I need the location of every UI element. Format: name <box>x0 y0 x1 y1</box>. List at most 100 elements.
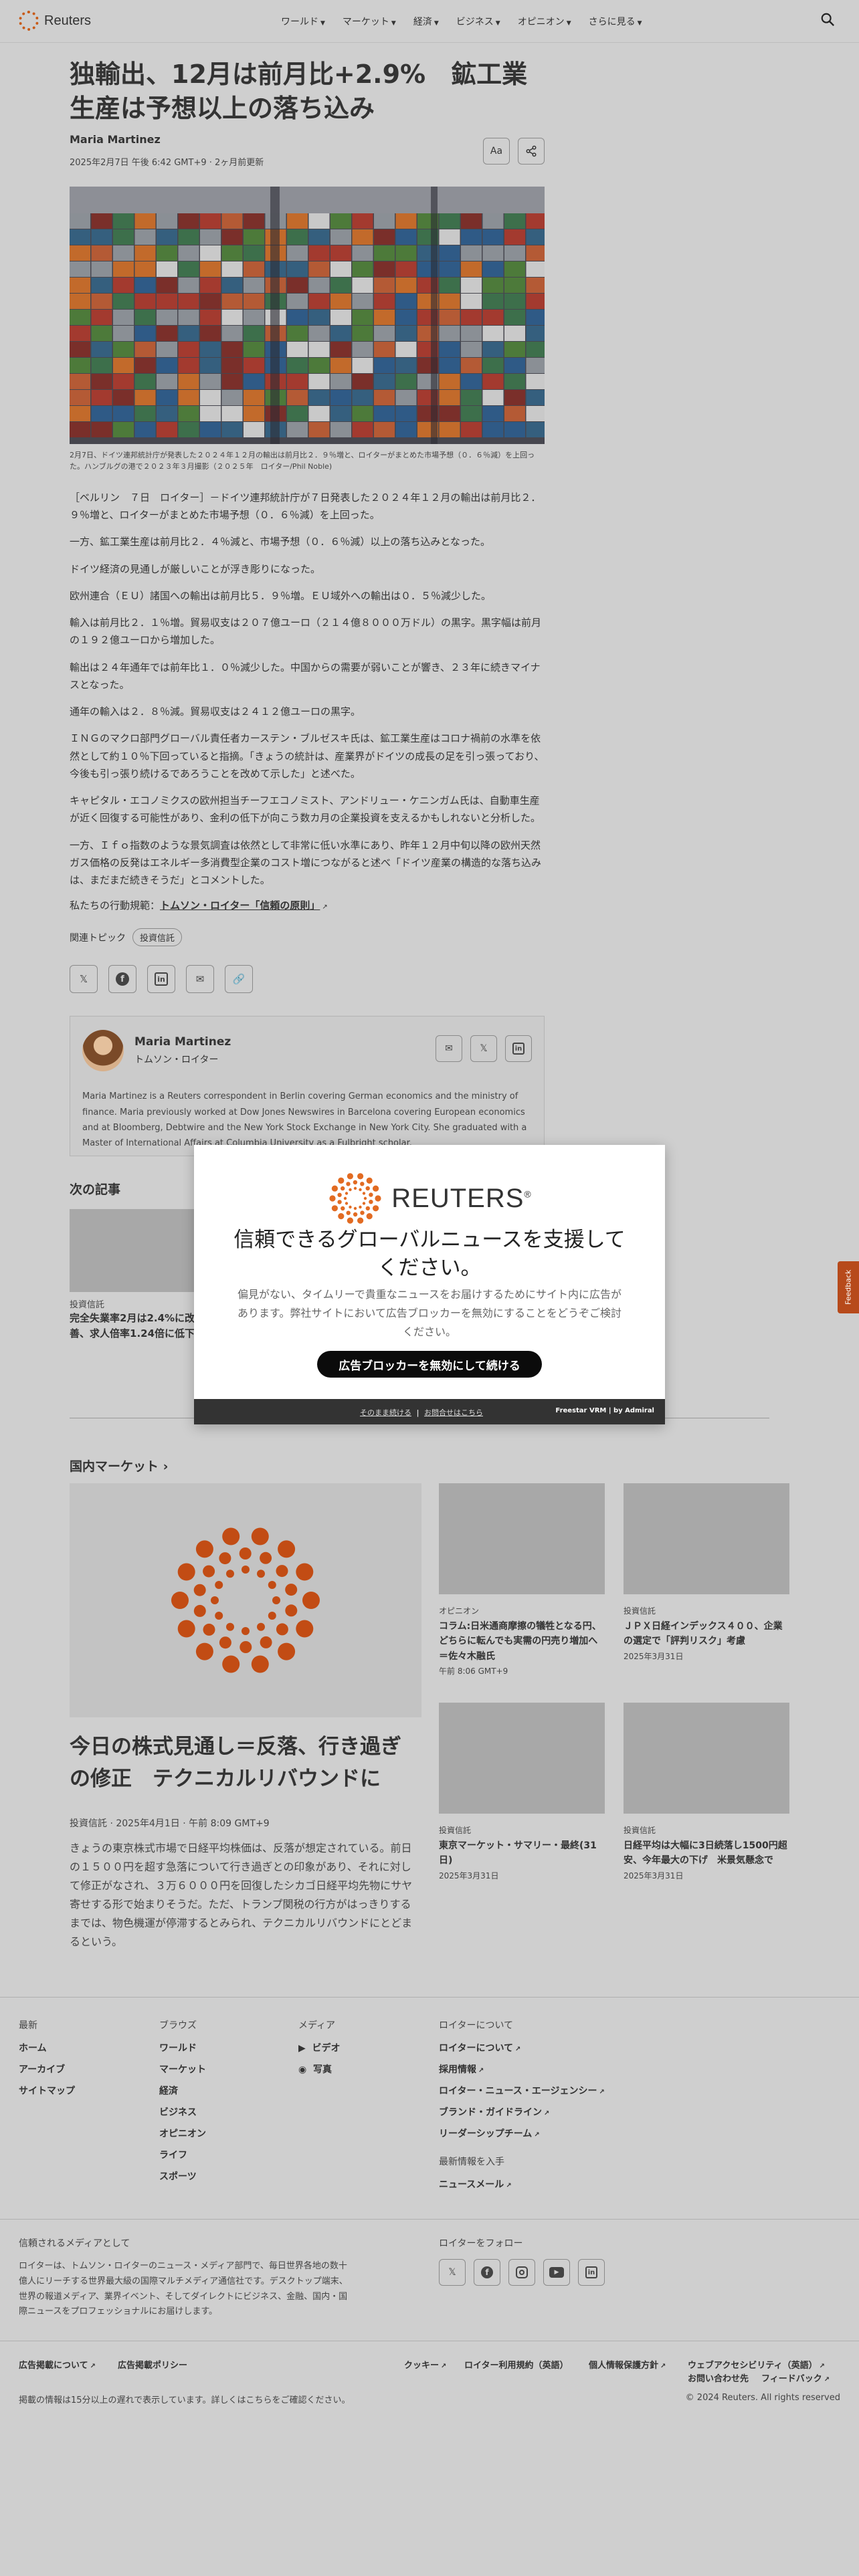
logo-dot <box>268 1581 276 1589</box>
market-card[interactable]: 投資信託 日経平均は大幅に3日続落し1500円超安、今年最大の下げ 米景気懸念で… <box>624 1703 789 1881</box>
container-block <box>70 213 90 229</box>
share-facebook-button[interactable]: f <box>108 965 136 994</box>
footer-link[interactable]: 採用情報 ↗ <box>439 2062 605 2076</box>
nav-world[interactable]: ワールド ▼ <box>281 15 325 28</box>
share-linkedin-button[interactable]: in <box>147 965 175 994</box>
copy-link-button[interactable]: 🔗 <box>225 965 253 994</box>
footer-link[interactable]: スポーツ <box>159 2169 206 2183</box>
footer-link[interactable]: マーケット <box>159 2062 206 2076</box>
follow-x-button[interactable]: 𝕏 <box>439 2259 466 2286</box>
topic-chip[interactable]: 投資信託 <box>132 928 183 947</box>
chevron-down-icon: ▼ <box>495 20 500 27</box>
footer-link[interactable]: ロイターについて ↗ <box>439 2041 605 2054</box>
container-block <box>308 309 330 325</box>
article-tools: Aa <box>483 138 545 165</box>
next-article-thumbnail[interactable] <box>70 1209 203 1292</box>
next-articles-title: 次の記事 <box>70 1182 121 1197</box>
author-linkedin-button[interactable]: in <box>505 1035 532 1063</box>
article-dateline: 2025年2月7日 午後 6:42 GMT+9 · 2ヶ月前更新 <box>70 157 264 168</box>
footer-link[interactable]: アーカイブ <box>19 2062 75 2076</box>
legal-link[interactable]: 広告掲載について ↗ <box>19 2358 96 2371</box>
legal-link[interactable]: ウェブアクセシビリティ（英語） ↗ <box>688 2358 825 2371</box>
logo-dot <box>366 1177 373 1184</box>
footer-link[interactable]: ホーム <box>19 2041 75 2054</box>
chevron-down-icon: ▼ <box>434 20 439 27</box>
nav-business[interactable]: ビジネス ▼ <box>456 15 500 28</box>
next-article-category[interactable]: 投資信託 <box>70 1297 104 1310</box>
follow-instagram-button[interactable] <box>508 2259 535 2286</box>
follow-youtube-button[interactable]: ▶ <box>543 2259 570 2286</box>
logo-dot <box>347 1173 354 1180</box>
footer-link[interactable]: リーダーシップチーム ↗ <box>439 2127 605 2140</box>
author-email-button[interactable]: ✉ <box>436 1035 462 1063</box>
feedback-tab[interactable]: Feedback <box>838 1261 859 1313</box>
footer-link[interactable]: ロイター・ニュース・エージェンシー ↗ <box>439 2084 605 2097</box>
card-time: 午前 8:06 GMT+9 <box>439 1667 508 1677</box>
author-x-button[interactable]: 𝕏 <box>470 1035 497 1063</box>
container-block <box>70 405 90 421</box>
container-block <box>526 277 545 293</box>
share-button[interactable] <box>518 138 545 165</box>
author-avatar[interactable] <box>82 1030 124 1072</box>
nav-more[interactable]: さらに見る ▼ <box>589 15 642 28</box>
logo-dot <box>365 1186 371 1191</box>
legal-link[interactable]: クッキー ↗ <box>404 2358 446 2371</box>
market-card[interactable]: 投資信託 東京マーケット・サマリー・最終(31日) 2025年3月31日 <box>439 1703 605 1881</box>
legal-link[interactable]: 広告掲載ポリシー <box>118 2358 187 2371</box>
facebook-icon: f <box>116 972 129 986</box>
container-block <box>113 373 134 389</box>
footer-link[interactable]: オピニオン <box>159 2127 206 2140</box>
container-block <box>113 293 134 309</box>
footer-link[interactable]: ビジネス <box>159 2105 206 2119</box>
legal-link[interactable]: 個人情報保護方針 ↗ <box>589 2358 666 2371</box>
domestic-markets-headline[interactable]: 今日の株式見通し＝反落、行き過ぎの修正 テクニカルリバウンドに <box>70 1731 421 1795</box>
domestic-markets-title[interactable]: 国内マーケット › <box>70 1457 168 1475</box>
container-block <box>352 389 373 405</box>
external-link-icon: ↗ <box>478 2067 484 2074</box>
logo-dot <box>373 1205 379 1212</box>
container-block <box>244 341 264 357</box>
footer-link-video[interactable]: ▶ ビデオ <box>298 2041 341 2054</box>
legal-link[interactable]: フィードバック ↗ <box>761 2371 830 2384</box>
container-block <box>221 405 243 421</box>
nav-economy[interactable]: 経済 ▼ <box>413 15 439 28</box>
nav-opinion[interactable]: オピニオン ▼ <box>518 15 571 28</box>
container-block <box>157 245 177 261</box>
market-card[interactable]: 投資信託 ＪＰＸ日経インデックス４００、企業の選定で「評判リスク」考慮 2025… <box>624 1483 789 1662</box>
footer-link[interactable]: ライフ <box>159 2148 206 2161</box>
footer-link[interactable]: ワールド <box>159 2041 206 2054</box>
container-block <box>70 421 90 437</box>
disable-adblock-button[interactable]: 広告ブロッカーを無効にして続ける <box>317 1351 542 1378</box>
author-card-name[interactable]: Maria Martinez <box>134 1035 231 1049</box>
container-block <box>504 405 525 421</box>
continue-anyway-link[interactable]: そのまま続ける <box>360 1408 411 1417</box>
share-email-button[interactable]: ✉ <box>186 965 214 994</box>
domestic-markets-hero-image[interactable] <box>70 1483 421 1717</box>
search-icon[interactable] <box>820 12 835 27</box>
footer-link[interactable]: ブランド・ガイドライン ↗ <box>439 2105 605 2119</box>
container-block <box>244 277 264 293</box>
market-card[interactable]: オピニオン コラム:日米通商摩擦の犠牲となる円、どちらに転んでも実需の円売り増加… <box>439 1483 605 1677</box>
logo-dot <box>226 1622 234 1631</box>
footer-link[interactable]: サイトマップ <box>19 2084 75 2097</box>
share-x-button[interactable]: 𝕏 <box>70 965 98 994</box>
nav-markets[interactable]: マーケット ▼ <box>343 15 396 28</box>
container-block <box>482 389 504 405</box>
contact-link[interactable]: お問合せはこちら <box>424 1408 483 1417</box>
follow-facebook-button[interactable]: f <box>474 2259 500 2286</box>
legal-link[interactable]: ロイター利用規約（英語） <box>464 2358 568 2371</box>
container-block <box>200 309 221 325</box>
follow-linkedin-button[interactable]: in <box>578 2259 605 2286</box>
footer-link[interactable]: 経済 <box>159 2084 206 2097</box>
reuters-logo[interactable]: Reuters <box>19 11 91 31</box>
container-block <box>200 261 221 277</box>
footer-link[interactable]: ニュースメール ↗ <box>439 2177 605 2191</box>
article-author[interactable]: Maria Martinez <box>70 133 545 146</box>
footer-link-photos[interactable]: ◉ 写真 <box>298 2062 341 2076</box>
container-block <box>91 421 112 437</box>
logo-dot <box>346 1210 351 1215</box>
principles-link[interactable]: トムソン・ロイター「信頼の原則」 <box>160 899 320 911</box>
legal-link[interactable]: お問い合わせ先 <box>688 2371 749 2384</box>
text-size-button[interactable]: Aa <box>483 138 510 165</box>
next-article-headline[interactable]: 完全失業率2月は2.4%に改善、求人倍率1.24倍に低下 <box>70 1311 210 1342</box>
